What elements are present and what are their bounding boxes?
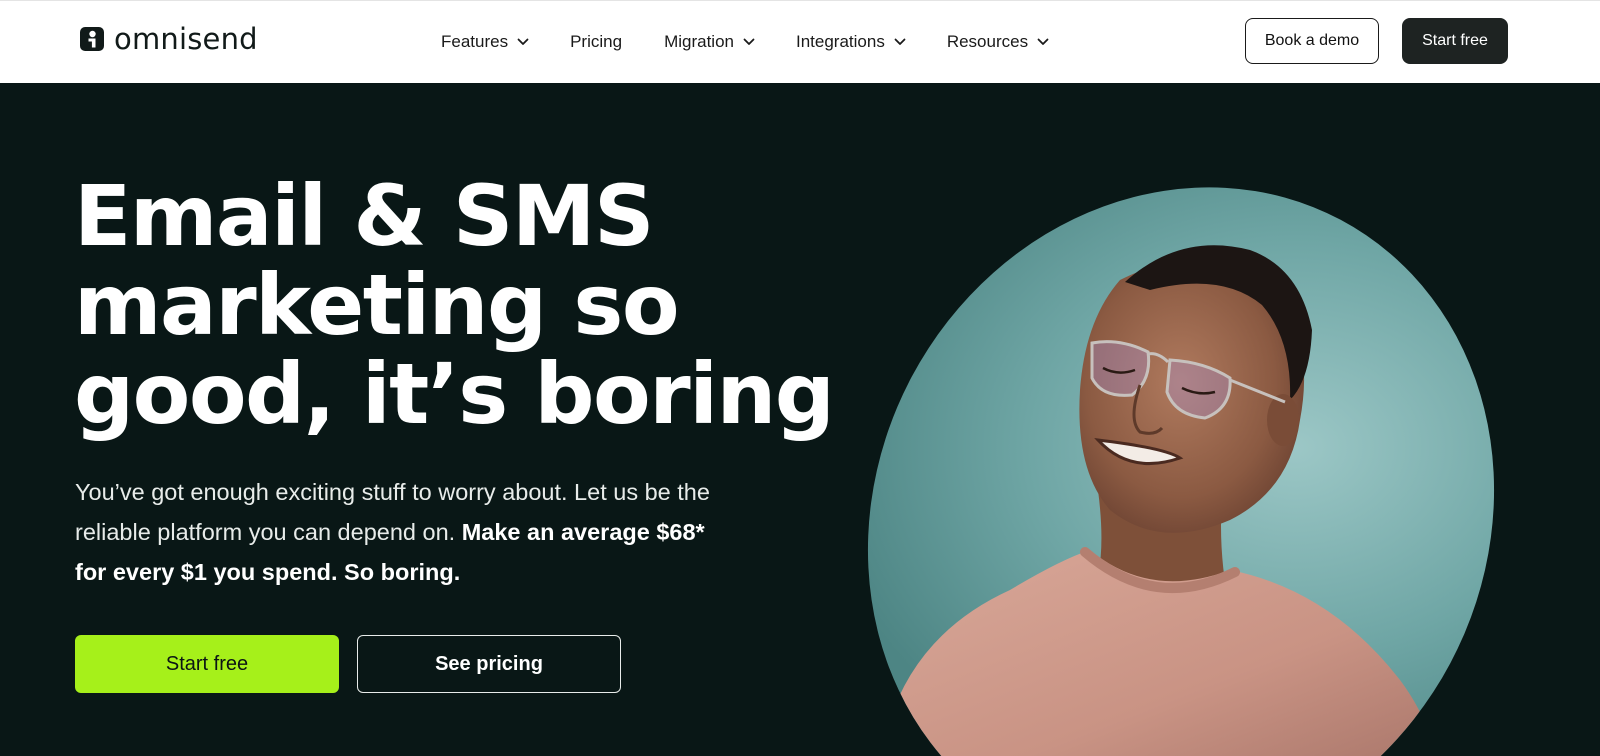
chevron-down-icon [894,38,906,45]
chevron-down-icon [1037,38,1049,45]
chevron-down-icon [517,38,529,45]
start-free-nav-button[interactable]: Start free [1402,18,1508,64]
hero-subheadline: You’ve got enough exciting stuff to worr… [75,472,715,592]
nav-item-label: Pricing [570,32,623,51]
omnisend-logo-icon [80,27,104,51]
nav-item-resources[interactable]: Resources [947,32,1049,52]
brand-name: omnisend [114,21,258,56]
nav-item-label: Integrations [795,32,885,51]
see-pricing-button[interactable]: See pricing [357,635,621,693]
book-demo-button[interactable]: Book a demo [1245,18,1379,64]
nav-item-label: Resources [946,32,1029,51]
hero-headline-line: marketing so [74,256,680,354]
nav-item-migration[interactable]: Migration [664,32,755,52]
hero-headline: Email & SMS marketing so good, it’s bori… [74,167,835,443]
hero-headline-line: Email & SMS [74,167,655,265]
nav-item-integrations[interactable]: Integrations [796,32,906,52]
main-menu: Features Pricing Migration Integrations … [441,29,1049,55]
top-navigation: omnisend Features Pricing Migration Inte… [0,0,1600,83]
nav-item-features[interactable]: Features [441,32,529,52]
nav-item-label: Migration [664,32,734,51]
brand-logo[interactable]: omnisend [80,23,258,55]
nav-item-label: Features [441,32,509,51]
hero-headline-line: good, it’s boring [74,345,835,443]
chevron-down-icon [743,38,755,45]
start-free-hero-button[interactable]: Start free [75,635,339,693]
nav-item-pricing[interactable]: Pricing [570,32,622,52]
